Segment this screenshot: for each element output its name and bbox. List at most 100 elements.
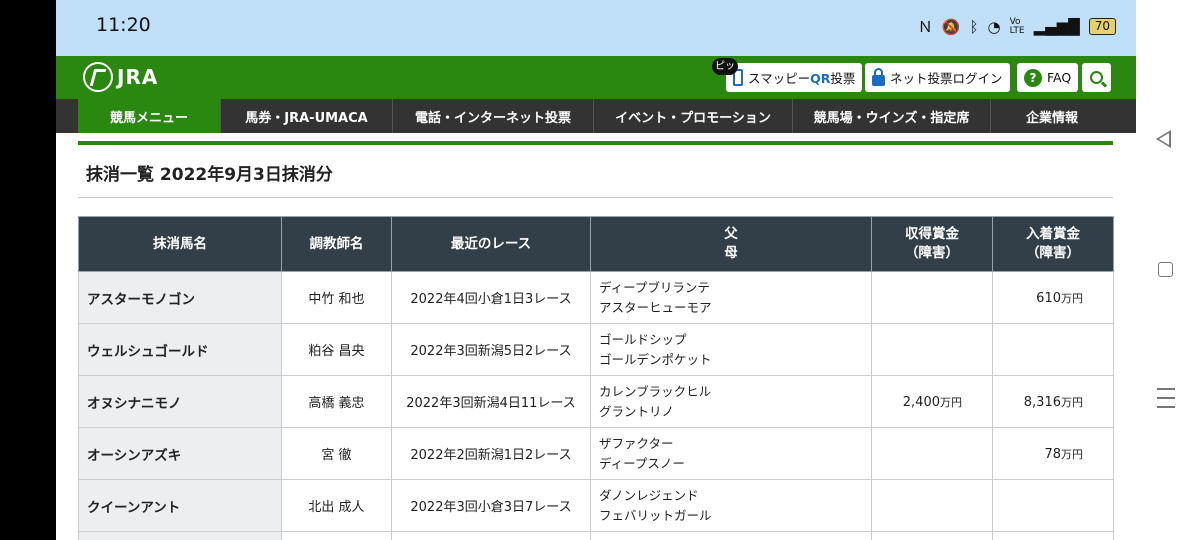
question-icon: ?: [1024, 68, 1042, 87]
earned-prize: [871, 271, 993, 324]
placed-prize: [992, 323, 1114, 376]
pedigree: ゴールドシップゴールデンポケット: [590, 323, 872, 376]
gnav-event-promotion[interactable]: イベント・プロモーション: [594, 99, 793, 133]
placed-unit: 万円: [1061, 447, 1083, 461]
horse-name: アスターモノゴン: [78, 271, 282, 324]
dam-name: フェバリットガール: [599, 507, 712, 523]
search-icon: [1090, 71, 1103, 84]
smappy-badge: ピッ: [712, 58, 738, 75]
pedigree: ザファクター ディープスノー: [590, 427, 872, 480]
col-trainer: 調教師名: [281, 216, 392, 272]
site-header: JRA ピッ スマッピーQR投票 ネット投票ログイン ? FAQ: [56, 56, 1136, 99]
search-button[interactable]: [1082, 63, 1111, 92]
title-divider: [78, 197, 1113, 198]
qr-label: QR: [810, 71, 831, 86]
menu-icon[interactable]: [1157, 388, 1175, 408]
pedigree: カレンブラックヒル グラントリノ: [590, 375, 872, 428]
placed-prize: 8,316万円: [992, 375, 1114, 428]
earned-prize: 2,400万円: [871, 375, 993, 428]
lock-icon: [872, 67, 885, 86]
pedigree: ディープブリランテ アスターヒューモア: [590, 271, 872, 324]
table-row: オヌシナニモノ 高橋 義忠 2022年3回新潟4日11レース カレンブラックヒル…: [78, 375, 1114, 428]
placed-prize: 78万円: [992, 427, 1114, 480]
status-bar: 11:20 Ｎ 🔕 ᛒ ◔ Vo LTE ▂▄▆█ 70: [56, 0, 1136, 56]
gnav-keiba-menu[interactable]: 競馬メニュー: [78, 99, 221, 133]
battery-icon: 70: [1088, 18, 1116, 35]
placed-unit: 万円: [1061, 291, 1083, 305]
table-row: オーシンアズキ 宮 徹 2022年2回新潟1日2レース ザファクター ディープスノ…: [78, 427, 1114, 480]
jra-logo-mark-icon: [83, 62, 113, 92]
sire-name: ゴールドシップ: [599, 331, 687, 347]
dam-name: ゴールデンポケット: [599, 351, 712, 367]
page-title: 抹消一覧 2022年9月3日抹消分: [86, 165, 333, 185]
gnav-baken-umaca[interactable]: 馬券・JRA-UMACA: [221, 99, 393, 133]
browser-screen: 11:20 Ｎ 🔕 ᛒ ◔ Vo LTE ▂▄▆█ 70 JRA ピッ スマッピー…: [56, 0, 1136, 540]
earned-prize: [871, 479, 993, 532]
col-sire-dam: 父母: [590, 216, 872, 272]
earned-prize: [871, 427, 993, 480]
col-placed-label: 入着賞金: [1026, 226, 1080, 242]
horse-name: クイーンアント: [78, 479, 282, 532]
trainer-name: 中竹 和也: [281, 271, 392, 324]
col-earned: 収得賞金 （障害）: [871, 216, 993, 272]
recent-race: 2022年4回小倉1日3レース: [391, 271, 591, 324]
mute-icon: 🔕: [941, 17, 961, 36]
home-icon[interactable]: [1158, 262, 1173, 277]
sire-name: カレンブラックヒル: [599, 383, 712, 399]
horse-name: [78, 531, 282, 540]
smappy-qr-vote-button[interactable]: ピッ スマッピーQR投票: [712, 58, 863, 92]
col-placed-sub: （障害）: [1026, 245, 1080, 261]
table-row: クイーンアント 北出 成人 2022年3回小倉3日7レース ダノンレジェンド フェ…: [78, 479, 1114, 532]
trainer-name: 宮 徹: [281, 427, 392, 480]
placed-value: 78: [1044, 446, 1061, 462]
bluetooth-icon: ᛒ: [969, 17, 979, 36]
content-top-rule: [78, 141, 1113, 145]
volte-icon: Vo LTE: [1009, 16, 1025, 36]
earned-prize: [871, 323, 993, 376]
horse-name: ウェルシュゴールド: [78, 323, 282, 376]
recent-race: 2022年2回新潟1日2レース: [391, 427, 591, 480]
deregistration-table: 抹消馬名 調教師名 最近のレース 父母 収得賞金 （障害） 入着賞金 （障害） アス…: [78, 216, 1114, 540]
col-race: 最近のレース: [391, 216, 591, 272]
nfc-icon: Ｎ: [917, 18, 933, 36]
sire-name: ディープブリランテ: [599, 279, 710, 295]
recent-race: [391, 531, 591, 540]
sire-name: ザファクター: [599, 435, 674, 451]
android-nav-bar: [1136, 0, 1200, 540]
table-row: アスターモノゴン 中竹 和也 2022年4回小倉1日3レース ディープブリランテ…: [78, 271, 1114, 324]
earned-prize: [871, 531, 993, 540]
status-clock: 11:20: [96, 14, 151, 36]
dam-name: ディープスノー: [599, 455, 685, 471]
col-earned-label: 収得賞金: [905, 226, 959, 242]
col-earned-sub: （障害）: [905, 245, 959, 261]
table-row-partial: [78, 531, 1114, 540]
gnav-racecourse-wins[interactable]: 競馬場・ウインズ・指定席: [793, 99, 991, 133]
dam-name: グラントリノ: [599, 403, 675, 419]
faq-button[interactable]: ? FAQ: [1017, 63, 1079, 92]
net-vote-login-button[interactable]: ネット投票ログイン: [865, 63, 1010, 92]
horse-name: オヌシナニモノ: [78, 375, 282, 428]
smappy-label: スマッピー: [748, 71, 811, 86]
trainer-name: 北出 成人: [281, 479, 392, 532]
pedigree: ダノンレジェンド フェバリットガール: [590, 479, 872, 532]
wifi-icon: ◔: [987, 17, 1001, 36]
earned-value: 2,400: [902, 394, 940, 410]
net-vote-login-label: ネット投票ログイン: [890, 71, 1003, 86]
sire-name: ダノンレジェンド: [599, 487, 699, 503]
earned-unit: 万円: [940, 395, 962, 409]
gnav-corporate-info[interactable]: 企業情報: [991, 99, 1113, 133]
placed-unit: 万円: [1061, 395, 1083, 409]
jra-logo[interactable]: JRA: [83, 62, 158, 92]
table-row: ウェルシュゴールド 粕谷 昌央 2022年3回新潟5日2レース ゴールドシップゴ…: [78, 323, 1114, 376]
placed-value: 8,316: [1023, 394, 1061, 410]
placed-prize: [992, 479, 1114, 532]
col-dam: 母: [724, 245, 738, 261]
back-icon[interactable]: [1156, 130, 1171, 148]
trainer-name: [281, 531, 392, 540]
recent-race: 2022年3回新潟4日11レース: [391, 375, 591, 428]
col-horse: 抹消馬名: [78, 216, 282, 272]
faq-label: FAQ: [1047, 70, 1072, 85]
gnav-phone-internet-vote[interactable]: 電話・インターネット投票: [393, 99, 594, 133]
placed-prize: 610万円: [992, 271, 1114, 324]
col-placed: 入着賞金 （障害）: [992, 216, 1114, 272]
